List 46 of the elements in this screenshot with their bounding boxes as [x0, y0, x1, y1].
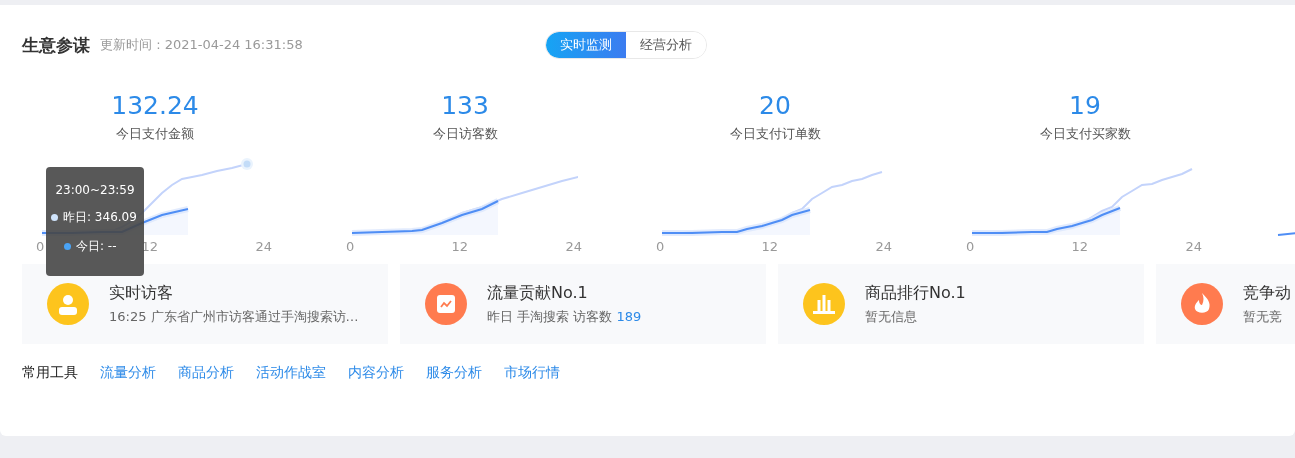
card-text: 暂无信息 [865, 307, 918, 326]
metric-value: 19 [1069, 91, 1101, 121]
info-card[interactable]: 实时访客 16:25 广东省广州市访客通过手淘搜索访… [22, 264, 388, 344]
axis-tick: 24 [565, 239, 582, 254]
tooltip-value: 昨日: 346.09 [63, 209, 137, 226]
card-text: 暂无竞 [1243, 307, 1283, 326]
axis-tick: 0 [656, 239, 665, 254]
card-text: 16:25 广东省广州市访客通过手淘搜索访… [109, 307, 359, 326]
metric-value: 133 [441, 91, 489, 121]
tool-link[interactable]: 商品分析 [178, 364, 234, 382]
tool-link[interactable]: 市场行情 [504, 364, 560, 382]
info-card[interactable]: 流量贡献No.1 昨日 手淘搜索 访客数 189 [400, 264, 766, 344]
metric-label: 今日访客数 [432, 125, 498, 143]
metric-label: 今日支付金额 [116, 125, 194, 143]
card-title: 竞争动 [1243, 282, 1291, 304]
axis-tick: 0 [36, 239, 45, 254]
metric-label: 今日支付订单数 [729, 125, 821, 143]
card-text: 昨日 手淘搜索 访客数 189 [487, 307, 642, 326]
update-time: 更新时间 : 2021-04-24 16:31:58 [100, 36, 303, 54]
tools-label: 常用工具 [22, 364, 78, 382]
axis-tick: 0 [966, 239, 975, 254]
axis-tick: 24 [255, 239, 272, 254]
metric-label: 今日支付买家数 [1039, 125, 1131, 143]
tool-link[interactable]: 活动作战室 [256, 364, 326, 382]
metric-value: 20 [759, 91, 791, 121]
axis-tick: 24 [1185, 239, 1202, 254]
view-tab[interactable]: 实时监测 [545, 32, 626, 58]
axis-tick: 12 [761, 239, 779, 254]
tooltip-value: 今日: -- [76, 238, 117, 255]
info-card[interactable]: 商品排行No.1 暂无信息 [778, 264, 1144, 344]
today-line [1277, 230, 1295, 236]
info-card[interactable]: 竞争动 暂无竞 [1156, 264, 1295, 344]
hover-point [241, 158, 253, 170]
page-title: 生意参谋 [22, 33, 90, 57]
card-title: 实时访客 [109, 282, 174, 304]
axis-tick: 24 [875, 239, 892, 254]
tooltip-title: 23:00~23:59 [54, 183, 136, 197]
metric-value: 132.24 [111, 91, 199, 121]
axis-tick: 12 [1071, 239, 1089, 254]
card-title: 流量贡献No.1 [487, 282, 589, 304]
axis-tick: 0 [346, 239, 355, 254]
tool-link[interactable]: 内容分析 [348, 364, 404, 382]
tool-link[interactable]: 服务分析 [426, 364, 482, 382]
card-title: 商品排行No.1 [865, 282, 966, 304]
tool-link[interactable]: 流量分析 [100, 364, 156, 382]
axis-tick: 12 [451, 239, 469, 254]
